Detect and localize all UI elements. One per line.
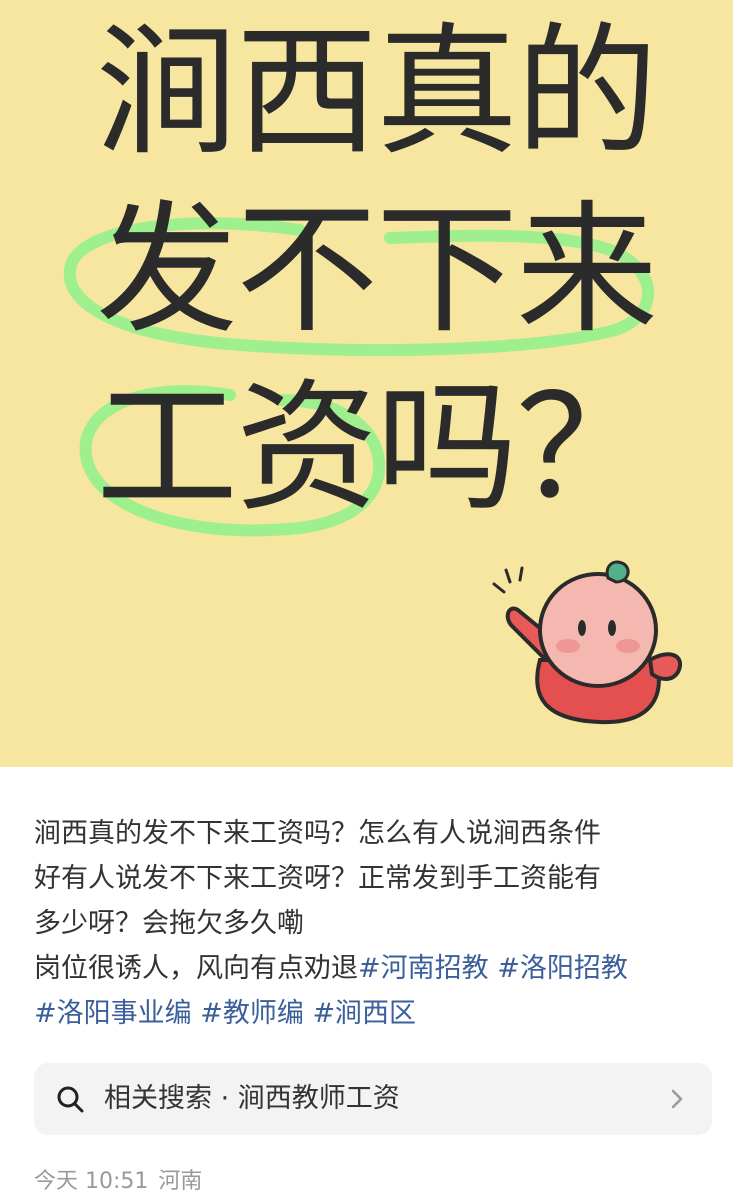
related-search-bar[interactable]: 相关搜索 · 涧西教师工资 [34,1063,712,1135]
post-body-line: 多少呀？会拖欠多久嘞 [34,908,304,939]
waving-mascot-icon [492,560,682,725]
post-cover-image[interactable]: 涧西真的 发不下来 工资吗？ [0,0,733,767]
post-location: 河南 [158,1169,203,1194]
cover-title-line: 发不下来 [96,188,658,353]
post-body-line: 岗位很诱人，风向有点劝退#河南招教 #洛阳招教 [34,946,706,991]
post-body-line: #洛阳事业编 #教师编 #涧西区 [34,991,706,1036]
post-body-line: 好有人说发不下来工资呀？正常发到手工资能有 [34,863,601,894]
hashtag-link[interactable]: #洛阳事业编 [34,998,192,1029]
hashtag-link[interactable]: #教师编 [200,998,304,1029]
post-body: 涧西真的发不下来工资吗？怎么有人说涧西条件 好有人说发不下来工资呀？正常发到手工… [34,811,706,1036]
post-body-line: 涧西真的发不下来工资吗？怎么有人说涧西条件 [34,818,601,849]
search-icon [57,1086,84,1113]
hashtag-link[interactable]: #洛阳招教 [497,953,628,984]
cover-title-line: 涧西真的 [96,10,658,175]
hashtag-link[interactable]: #河南招教 [358,953,489,984]
hashtag-link[interactable]: #涧西区 [312,998,416,1029]
chevron-right-icon [671,1089,683,1109]
post-meta: 今天 10:51 河南 [34,1163,202,1195]
related-search-label: 相关搜索 · 涧西教师工资 [104,1083,400,1114]
post-body-text: 岗位很诱人，风向有点劝退 [34,953,358,984]
cover-title-line: 工资吗？ [96,366,658,531]
post-date: 今天 10:51 [34,1169,149,1194]
